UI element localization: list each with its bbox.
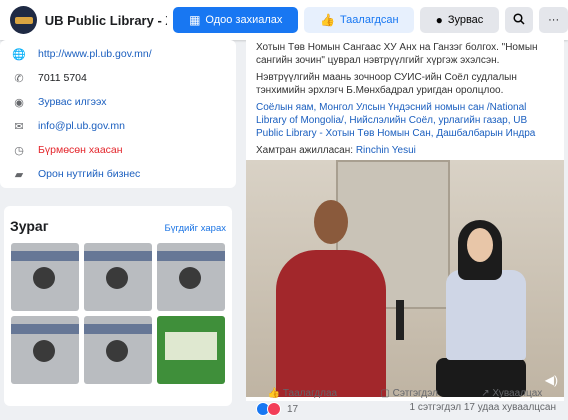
- thumbs-up-icon: 👍: [267, 388, 283, 399]
- post-action-bar: 👍 Таалагдлаа ▢ Сэтгэгдэл ↗ Хуваалцах: [246, 388, 564, 399]
- page-name[interactable]: UB Public Library - Хо...: [45, 13, 167, 28]
- calendar-icon: ▦: [189, 13, 201, 27]
- book-now-button[interactable]: ▦ Одоо захиалах: [173, 7, 299, 33]
- photo-thumbnail[interactable]: [84, 243, 152, 311]
- comment-icon: ▢: [380, 388, 393, 399]
- host-figure: [436, 220, 536, 397]
- photos-title: Зураг: [10, 218, 49, 234]
- post-body: Хотын Төв Номын Сангаас ХУ Анх на Ганзэг…: [246, 40, 564, 157]
- photo-thumbnail[interactable]: [157, 316, 225, 384]
- reaction-summary: 17 1 сэтгэгдэл 17 удаа хуваалцсан: [246, 402, 564, 420]
- category-link[interactable]: Орон нутгийн бизнес: [38, 168, 140, 180]
- share-count[interactable]: 17 удаа хуваалцсан: [464, 402, 556, 413]
- collab-name-link[interactable]: Rinchin Yesui: [356, 145, 416, 156]
- post-collab: Хамтран ажилласан: Rinchin Yesui: [256, 144, 554, 157]
- page-header: UB Public Library - Хо... ▦ Одоо захиала…: [0, 0, 568, 40]
- left-column: 🌐 http://www.pl.ub.gov.mn/ ✆ 7011 5704 ◉…: [0, 40, 236, 188]
- engagement-counts: 1 сэтгэгдэл 17 удаа хуваалцсан: [410, 402, 556, 413]
- phone-number: 7011 5704: [38, 72, 87, 84]
- search-icon: [513, 12, 525, 28]
- see-all-photos-link[interactable]: Бүгдийг харах: [164, 223, 226, 234]
- guest-figure: [276, 200, 386, 397]
- share-icon: ↗: [481, 388, 493, 399]
- tag-icon: ▰: [14, 168, 24, 181]
- globe-icon: 🌐: [12, 48, 26, 61]
- messenger-icon: ●: [435, 13, 443, 27]
- messenger-icon: ◉: [14, 96, 24, 109]
- hours-row: ◷ Бүрмөсөн хаасан: [12, 138, 224, 162]
- comment-action[interactable]: ▢ Сэтгэгдэл: [380, 388, 438, 399]
- photo-grid: [11, 243, 225, 384]
- photo-thumbnail[interactable]: [11, 243, 79, 311]
- comment-count[interactable]: 1 сэтгэгдэл: [410, 402, 462, 413]
- collab-label: Хамтран ажилласан:: [256, 145, 354, 156]
- photo-thumbnail[interactable]: [11, 316, 79, 384]
- email-row[interactable]: ✉ info@pl.ub.gov.mn: [12, 114, 224, 138]
- share-action-label: Хуваалцах: [492, 388, 543, 399]
- book-now-label: Одоо захиалах: [205, 14, 283, 26]
- love-reaction-icon: [267, 402, 281, 416]
- post-card: Хотын Төв Номын Сангаас ХУ Анх на Ганзэг…: [246, 40, 564, 416]
- more-icon: ···: [548, 14, 560, 26]
- comment-action-label: Сэтгэгдэл: [392, 388, 438, 399]
- liked-button[interactable]: 👍 Таалагдсан: [304, 7, 415, 33]
- photo-thumbnail[interactable]: [84, 316, 152, 384]
- share-action[interactable]: ↗ Хуваалцах: [481, 388, 542, 399]
- send-message-link[interactable]: Зурвас илгээх: [38, 96, 106, 108]
- clock-icon: ◷: [14, 144, 24, 157]
- message-row[interactable]: ◉ Зурвас илгээх: [12, 90, 224, 114]
- search-button[interactable]: [504, 7, 534, 33]
- page-avatar[interactable]: [10, 6, 37, 34]
- message-label: Зурвас: [447, 14, 484, 26]
- post-tags[interactable]: Соёлын яам, Монгол Улсын Үндэсний номын …: [256, 101, 554, 140]
- more-button[interactable]: ···: [539, 7, 568, 33]
- post-video[interactable]: ◀): [246, 160, 564, 397]
- envelope-icon: ✉: [14, 120, 24, 133]
- category-row[interactable]: ▰ Орон нутгийн бизнес: [12, 162, 224, 186]
- phone-row: ✆ 7011 5704: [12, 66, 224, 90]
- like-action-label: Таалагдлаа: [282, 388, 338, 399]
- about-card: 🌐 http://www.pl.ub.gov.mn/ ✆ 7011 5704 ◉…: [0, 40, 236, 188]
- reactions[interactable]: 17: [256, 402, 298, 416]
- volume-icon[interactable]: ◀): [545, 373, 558, 387]
- phone-icon: ✆: [14, 72, 24, 85]
- microphone: [396, 300, 404, 340]
- photo-thumbnail[interactable]: [157, 243, 225, 311]
- email-link[interactable]: info@pl.ub.gov.mn: [38, 120, 125, 132]
- photos-card: Зураг Бүгдийг харах: [4, 206, 232, 406]
- thumbs-up-icon: 👍: [320, 13, 335, 27]
- website-link[interactable]: http://www.pl.ub.gov.mn/: [38, 48, 152, 60]
- post-text-line: Нэвтрүүлгийн маань зочноор СУИС-ийн Соёл…: [256, 72, 517, 96]
- hours-status: Бүрмөсөн хаасан: [38, 144, 123, 156]
- liked-label: Таалагдсан: [339, 14, 399, 26]
- like-action[interactable]: 👍 Таалагдлаа: [268, 388, 337, 399]
- reaction-count: 17: [287, 403, 299, 415]
- message-button[interactable]: ● Зурвас: [420, 7, 499, 33]
- website-row[interactable]: 🌐 http://www.pl.ub.gov.mn/: [12, 42, 224, 66]
- post-text-line: Хотын Төв Номын Сангаас ХУ Анх на Ганзэг…: [256, 42, 538, 66]
